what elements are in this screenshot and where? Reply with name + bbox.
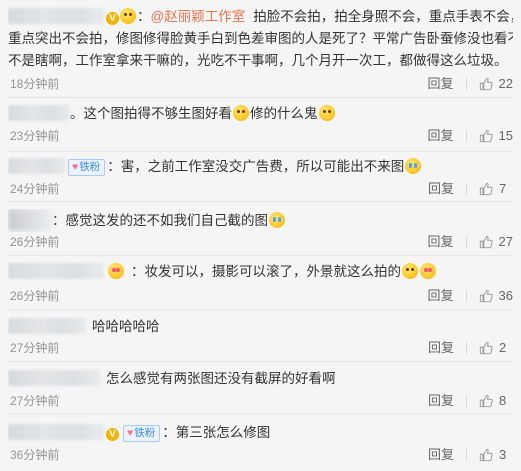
heart-eyes-emoji-icon [108, 263, 124, 279]
comment-meta: 27分钟前 回复 2 [8, 338, 513, 358]
heart-icon: ♥ [72, 161, 79, 173]
like-count: 27 [498, 234, 513, 249]
username-blurred[interactable] [8, 424, 104, 440]
like-count: 8 [499, 393, 507, 408]
like-button[interactable]: 8 [479, 391, 513, 411]
vip-v-badge-icon: V [106, 12, 119, 25]
comment-item: 哈哈哈哈哈 27分钟前 回复 2 [0, 310, 521, 360]
comment-item: V ♥铁粉 ：第三张怎么修图 36分钟前 回复 3 [0, 414, 521, 471]
comment-text: 怎么感觉有两张图还没有截屏的好看啊 [106, 371, 336, 386]
thumbs-up-icon [479, 394, 493, 408]
heart-eyes-emoji-icon [420, 263, 436, 279]
like-count: 7 [499, 181, 507, 196]
thumbs-up-icon [479, 77, 493, 91]
timestamp: 27分钟前 [10, 394, 60, 408]
like-count: 3 [499, 447, 507, 462]
heart-icon: ♥ [127, 427, 134, 439]
timestamp: 23分钟前 [10, 129, 60, 143]
comment-text: 拍脸不会拍，拍全身照不会，重点手表不会，腰身 [253, 9, 513, 24]
fan-badge: ♥铁粉 [68, 159, 106, 176]
comment-text: 修的什么鬼 [250, 106, 318, 121]
reply-button[interactable]: 回复 [428, 126, 454, 146]
reply-button[interactable]: 回复 [428, 391, 454, 411]
crying-emoji-icon [405, 158, 422, 174]
username-blurred[interactable] [8, 318, 86, 334]
comment-text: 。这个图拍得不够生图好看 [70, 106, 232, 121]
thumbs-up-icon [479, 235, 493, 249]
thumbs-up-icon [479, 448, 493, 462]
comment-text: 重点突出不会拍，修图修得脸黄手白到色差审图的人是死了？平常广告卧蚕修没也看不到，… [8, 31, 513, 46]
reply-button[interactable]: 回复 [428, 179, 454, 199]
username-blurred[interactable] [8, 209, 52, 231]
comment-list: V：@赵丽颖工作室拍脸不会拍，拍全身照不会，重点手表不会，腰身 重点突出不会拍，… [0, 0, 521, 471]
comment-text: ：感觉这发的还不如我们自己截的图 [52, 213, 268, 228]
comment-text: 哈哈哈哈哈 [92, 319, 160, 334]
comment-meta: 23分钟前 回复 15 [8, 126, 513, 146]
username-blurred[interactable] [8, 263, 104, 279]
thumbs-up-icon [479, 341, 493, 355]
username-blurred[interactable] [8, 105, 70, 121]
comment-meta: 36分钟前 回复 3 [8, 445, 513, 465]
username-blurred[interactable] [8, 370, 100, 386]
comment-item: 怎么感觉有两张图还没有截屏的好看啊 27分钟前 回复 8 [0, 362, 521, 412]
like-button[interactable]: 15 [479, 126, 513, 146]
reply-button[interactable]: 回复 [428, 286, 454, 306]
smiley-emoji-icon [318, 105, 335, 121]
like-button[interactable]: 36 [479, 286, 513, 306]
thumbs-up-icon [479, 129, 493, 143]
fan-badge: ♥铁粉 [123, 425, 161, 442]
comment-text: ：害，之前工作室没交广告费，所以可能出不来图 [107, 159, 405, 174]
like-button[interactable]: 22 [479, 74, 513, 94]
comment-meta: 24分钟前 回复 7 [8, 179, 513, 199]
thumbs-up-icon [479, 289, 493, 303]
reply-button[interactable]: 回复 [428, 445, 454, 465]
comment-text: ：妆发可以，摄影可以滚了，外景就这么拍的 [131, 264, 401, 279]
reply-button[interactable]: 回复 [428, 338, 454, 358]
divider [466, 183, 467, 195]
timestamp: 36分钟前 [10, 448, 60, 462]
reply-button[interactable]: 回复 [428, 74, 454, 94]
like-button[interactable]: 2 [479, 338, 513, 358]
like-count: 2 [499, 340, 507, 355]
smiley-emoji-icon [402, 263, 418, 279]
timestamp: 26分钟前 [10, 289, 60, 303]
smiley-emoji-icon [120, 8, 136, 24]
comment-meta: 18分钟前 回复 22 [8, 74, 513, 94]
divider [466, 342, 467, 354]
comment-text: 不是瞎啊，工作室拿来干嘛的，光吃不干事啊，几个月开一次工，都做得这么垃圾。 [8, 53, 508, 68]
comment-text: ：第三张怎么修图 [162, 425, 271, 440]
comment-item: 。这个图拍得不够生图好看 修的什么鬼 23分钟前 回复 15 [0, 98, 521, 150]
timestamp: 18分钟前 [10, 77, 60, 91]
comment-item: ♥铁粉 ：害，之前工作室没交广告费，所以可能出不来图 24分钟前 回复 7 [0, 152, 521, 200]
divider [466, 449, 467, 461]
comment-meta: 26分钟前 回复 36 [8, 286, 513, 306]
comment-item: ：妆发可以，摄影可以滚了，外景就这么拍的 26分钟前 回复 36 [0, 256, 521, 308]
username-blurred[interactable] [8, 8, 104, 24]
thumbs-up-icon [479, 182, 493, 196]
timestamp: 26分钟前 [10, 235, 60, 249]
comment-item: V：@赵丽颖工作室拍脸不会拍，拍全身照不会，重点手表不会，腰身 重点突出不会拍，… [0, 0, 521, 96]
comment-meta: 27分钟前 回复 8 [8, 391, 513, 411]
like-count: 36 [498, 288, 513, 303]
divider [465, 290, 467, 302]
timestamp: 24分钟前 [10, 182, 60, 196]
comment-meta: 26分钟前 回复 27 [8, 232, 513, 252]
timestamp: 27分钟前 [10, 341, 60, 355]
reply-button[interactable]: 回复 [428, 232, 454, 252]
divider [465, 78, 467, 90]
crying-emoji-icon [269, 212, 285, 228]
like-button[interactable]: 3 [479, 445, 513, 465]
vip-v-badge-icon: V [106, 428, 119, 441]
like-button[interactable]: 27 [479, 232, 513, 252]
like-button[interactable]: 7 [479, 179, 513, 199]
mention-link[interactable]: @赵丽颖工作室 [151, 9, 246, 24]
divider [465, 236, 467, 248]
smiley-emoji-icon [233, 105, 249, 121]
divider [466, 395, 467, 407]
divider [465, 130, 467, 142]
like-count: 15 [498, 128, 513, 143]
like-count: 22 [498, 76, 513, 91]
username-blurred[interactable] [8, 158, 66, 174]
comment-item: ：感觉这发的还不如我们自己截的图 26分钟前 回复 27 [0, 202, 521, 254]
